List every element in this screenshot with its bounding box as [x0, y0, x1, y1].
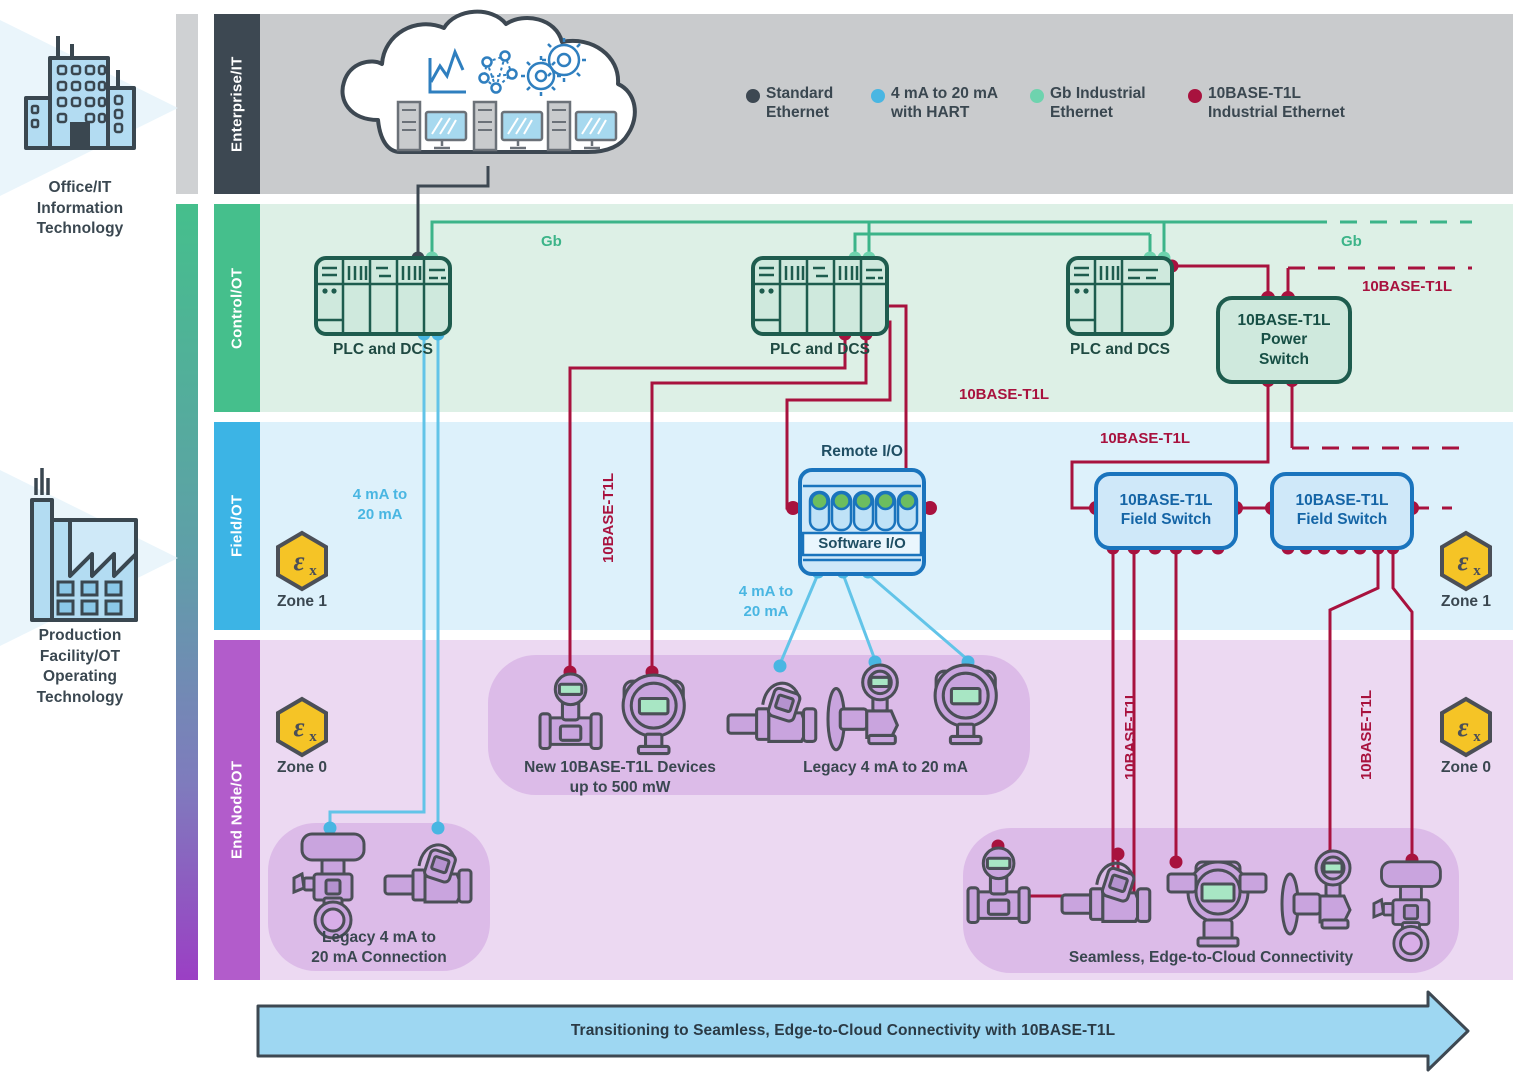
- legend-standard-ethernet-line1: Standard: [766, 85, 834, 102]
- production-line1: Production: [38, 627, 122, 644]
- wire-label-t1l-control: 10BASE-T1L: [959, 386, 1050, 403]
- legacy-conn-line2: 20 mA Connection: [311, 949, 447, 967]
- ma-left-line1: 4 mA to: [352, 486, 408, 503]
- plc-dcs-2-label: PLC and DCS: [770, 341, 870, 358]
- legacy-conn-line1: Legacy 4 mA to: [322, 929, 436, 946]
- device-group-legacy-4-20-label: Legacy 4 mA to 20 mA: [803, 759, 968, 776]
- new-t1l-line1: New 10BASE-T1L Devices: [524, 759, 716, 776]
- legend-4-20ma-line1: 4 mA to 20 mA: [891, 85, 999, 102]
- legend-item-4-20ma-hart: 4 mA to 20 mA with HART: [891, 85, 1036, 123]
- field-switch-1-line2: Field Switch: [1120, 511, 1212, 528]
- svg-text:x: x: [309, 729, 317, 745]
- wire-label-t1l-vert-right-a: 10BASE-T1L: [1122, 690, 1139, 781]
- legend-4-20ma-line2: with HART: [891, 103, 970, 121]
- ma-mid-line2: 20 mA: [743, 602, 789, 620]
- device-group-new-t1l-label: New 10BASE-T1L Devices up to 500 mW: [500, 758, 740, 798]
- power-switch-line1: 10BASE-T1L: [1237, 311, 1331, 329]
- legend-gb-line1: Gb Industrial: [1050, 85, 1146, 102]
- svg-text:ε: ε: [293, 546, 304, 576]
- legend-t1l-line2: Industrial Ethernet: [1208, 103, 1345, 121]
- device-group-seamless-label: Seamless, Edge-to-Cloud Connectivity: [1068, 949, 1354, 966]
- plc-dcs-3-label: PLC and DCS: [1070, 341, 1170, 358]
- wire-label-t1l-field: 10BASE-T1L: [1100, 430, 1191, 447]
- legend-item-standard-ethernet: Standard Ethernet: [766, 85, 886, 123]
- svg-text:x: x: [1473, 563, 1481, 579]
- bottom-banner-text: Transitioning to Seamless, Edge-to-Cloud…: [570, 1022, 1116, 1039]
- plc-dcs-1-label: PLC and DCS: [333, 341, 433, 358]
- power-switch-line3: Switch: [1259, 350, 1309, 368]
- zone-label-0-left: Zone 0: [277, 759, 327, 776]
- field-switch-1-line1: 10BASE-T1L: [1119, 492, 1213, 510]
- svg-text:x: x: [309, 563, 317, 579]
- svg-text:ε: ε: [293, 712, 304, 742]
- field-switch-2-label[interactable]: 10BASE-T1L Field Switch: [1272, 474, 1412, 548]
- sidebar-label-office-it: Office/IT Information Technology: [0, 178, 160, 240]
- legend-gb-line2: Ethernet: [1050, 103, 1113, 121]
- diagram-canvas: ε x ε x ε x ε x Office/IT Information Te…: [0, 0, 1513, 1082]
- wire-label-4-20ma-left: 4 mA to 20 mA: [343, 485, 417, 524]
- production-line4: Technology: [36, 688, 124, 706]
- wire-label-gb-left: Gb: [541, 233, 562, 250]
- office-it-line2: Information: [36, 199, 124, 217]
- band-title-control-ot: Control/OT: [228, 267, 246, 349]
- legend-standard-ethernet-line2: Ethernet: [766, 103, 829, 121]
- software-io-label: Software I/O: [818, 535, 906, 552]
- svg-text:ε: ε: [1457, 712, 1468, 742]
- legend-item-10base-t1l: 10BASE-T1L Industrial Ethernet: [1208, 85, 1388, 123]
- field-switch-1-label[interactable]: 10BASE-T1L Field Switch: [1096, 474, 1236, 548]
- svg-text:x: x: [1473, 729, 1481, 745]
- power-switch-line2: Power: [1260, 331, 1308, 349]
- legend-t1l-line1: 10BASE-T1L: [1208, 85, 1302, 102]
- wire-label-t1l-vert-mid: 10BASE-T1L: [600, 473, 617, 564]
- legend-item-gb-industrial-ethernet: Gb Industrial Ethernet: [1050, 85, 1190, 123]
- ma-left-line2: 20 mA: [357, 505, 403, 523]
- remote-io-title: Remote I/O: [821, 443, 903, 460]
- sidebar-label-production-ot: Production Facility/OT Operating Technol…: [0, 626, 160, 708]
- office-it-line3: Technology: [36, 220, 124, 238]
- field-switch-2-line1: 10BASE-T1L: [1295, 492, 1389, 510]
- new-t1l-line2: up to 500 mW: [569, 779, 671, 797]
- office-it-line1: Office/IT: [48, 179, 112, 196]
- zone-label-1-left: Zone 1: [277, 593, 327, 610]
- ma-mid-line1: 4 mA to: [738, 583, 794, 600]
- wire-label-4-20ma-mid: 4 mA to 20 mA: [727, 582, 805, 621]
- svg-text:ε: ε: [1457, 546, 1468, 576]
- production-line3: Operating: [42, 668, 118, 686]
- wire-label-gb-right: Gb: [1341, 233, 1362, 250]
- production-line2: Facility/OT: [39, 647, 121, 665]
- device-group-legacy-connection-label: Legacy 4 mA to 20 mA Connection: [268, 928, 490, 968]
- power-switch-label[interactable]: 10BASE-T1L Power Switch: [1218, 298, 1350, 382]
- band-title-enterprise-it: Enterprise/IT: [228, 56, 246, 152]
- wire-label-t1l-right-top: 10BASE-T1L: [1362, 278, 1453, 295]
- wire-label-t1l-vert-right-b: 10BASE-T1L: [1358, 690, 1375, 781]
- zone-label-1-right: Zone 1: [1441, 593, 1491, 610]
- band-title-end-node-ot: End Node/OT: [228, 760, 246, 860]
- zone-label-0-right: Zone 0: [1441, 759, 1491, 776]
- field-switch-2-line2: Field Switch: [1296, 511, 1388, 528]
